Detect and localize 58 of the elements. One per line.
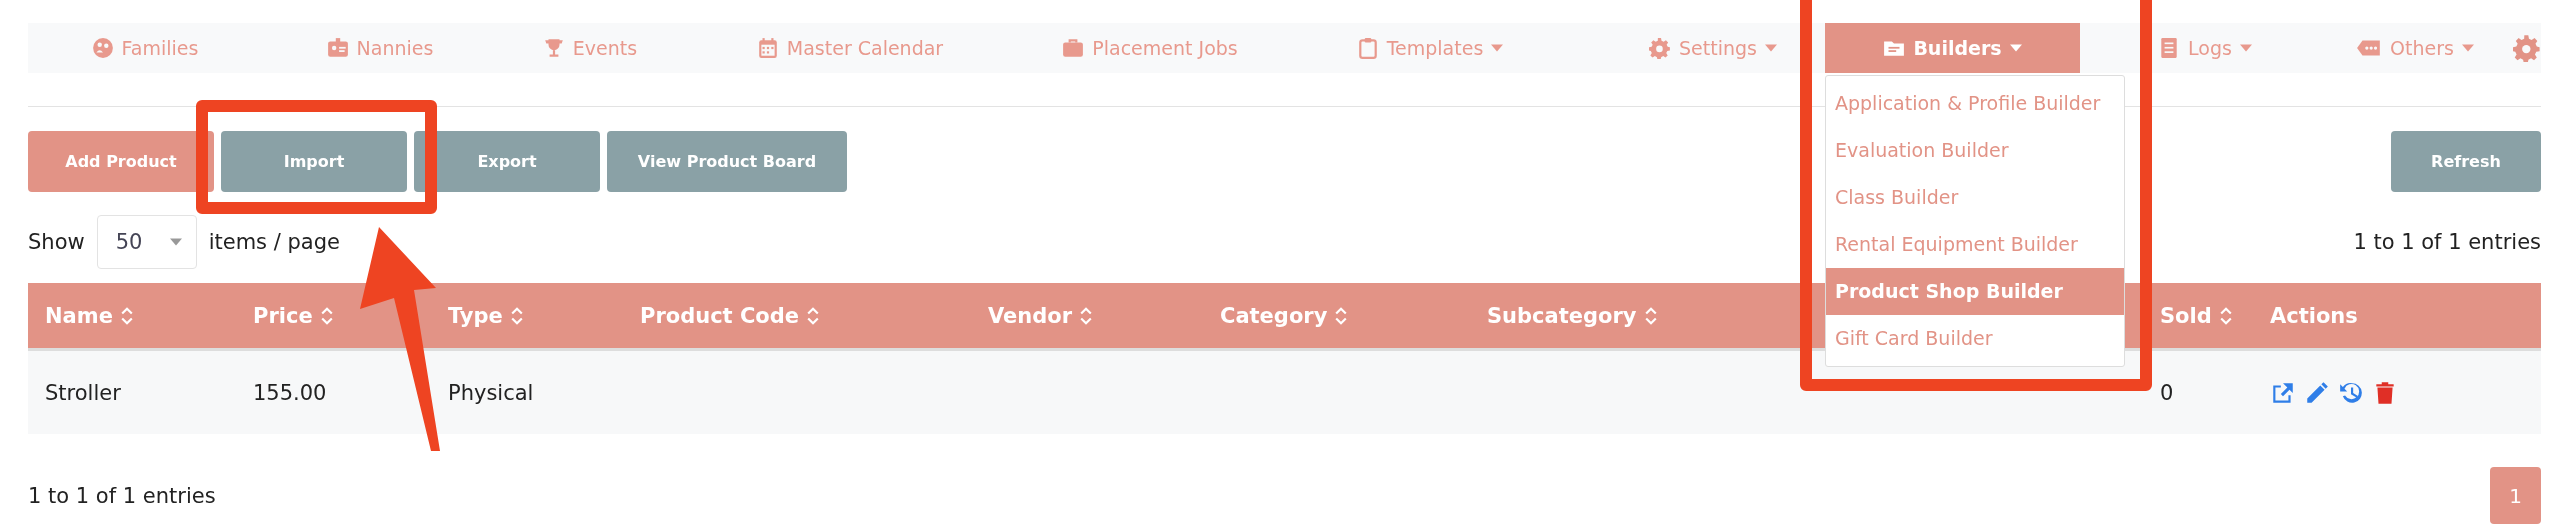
caret-icon xyxy=(169,238,182,246)
tag-icon xyxy=(2356,37,2383,59)
nav-tab[interactable]: Settings xyxy=(1601,23,1825,73)
table-cell: 155.00 xyxy=(253,380,327,405)
briefcase-icon xyxy=(1062,37,1085,59)
sort-icon[interactable] xyxy=(120,305,133,326)
column-header[interactable]: Subcategory xyxy=(1487,303,1637,328)
menu-item[interactable]: Gift Card Builder xyxy=(1826,315,2124,362)
show-label: Show xyxy=(28,230,85,254)
sort-icon[interactable] xyxy=(1335,305,1348,326)
sort-icon[interactable] xyxy=(2219,305,2232,326)
nav-tab[interactable]: Others xyxy=(2330,23,2500,73)
pencil-icon[interactable] xyxy=(2304,379,2330,406)
nav-tab[interactable]: Templates xyxy=(1282,23,1578,73)
people-icon xyxy=(91,37,114,59)
table-cell: Physical xyxy=(448,380,534,405)
page-size-select[interactable]: 50 xyxy=(96,215,197,269)
action-button[interactable]: Refresh xyxy=(2391,131,2541,192)
settings-icon xyxy=(1649,37,1672,59)
action-button[interactable]: Add Product xyxy=(28,131,214,192)
sort-icon[interactable] xyxy=(1644,305,1657,326)
column-header[interactable]: Type xyxy=(448,303,503,328)
clipboard-icon xyxy=(1356,37,1379,59)
sort-icon[interactable] xyxy=(510,305,523,326)
entries-summary: 1 to 1 of 1 entries xyxy=(2353,230,2541,254)
nav-tab[interactable]: Logs xyxy=(2080,23,2330,73)
action-button[interactable]: Export xyxy=(414,131,600,192)
column-header[interactable]: Price xyxy=(253,303,313,328)
sort-icon[interactable] xyxy=(807,305,820,326)
trophy-icon xyxy=(542,37,565,59)
entries-summary: 1 to 1 of 1 entries xyxy=(28,483,216,508)
nav-tab[interactable]: Nannies xyxy=(262,23,498,73)
column-header[interactable]: Product Code xyxy=(640,303,800,328)
menu-item[interactable]: Application & Profile Builder xyxy=(1826,80,2124,127)
sort-icon[interactable] xyxy=(320,305,333,326)
menu-item[interactable]: Evaluation Builder xyxy=(1826,127,2124,174)
nav-tab[interactable]: Placement Jobs xyxy=(1018,23,1282,73)
column-header[interactable]: Actions xyxy=(2270,303,2358,328)
items-per-page-label: items / page xyxy=(208,230,340,254)
nav-tab[interactable]: Master Calendar xyxy=(682,23,1018,73)
action-button[interactable]: View Product Board xyxy=(607,131,847,192)
nav-tab[interactable]: Families xyxy=(28,23,262,73)
id-badge-icon xyxy=(326,37,349,59)
sort-icon[interactable] xyxy=(1080,305,1093,326)
calendar-icon xyxy=(756,37,779,59)
column-header[interactable]: Name xyxy=(45,303,113,328)
menu-item[interactable]: Class Builder xyxy=(1826,174,2124,221)
table-cell: 0 xyxy=(2160,380,2174,405)
action-button[interactable]: Import xyxy=(221,131,407,192)
column-header[interactable]: Sold xyxy=(2160,303,2212,328)
column-header[interactable]: Category xyxy=(1220,303,1328,328)
menu-item[interactable]: Rental Equipment Builder xyxy=(1826,221,2124,268)
menu-item[interactable]: Product Shop Builder xyxy=(1826,268,2124,315)
table-cell: Stroller xyxy=(45,380,121,405)
column-header[interactable]: Vendor xyxy=(988,303,1073,328)
settings-icon[interactable] xyxy=(2513,34,2541,62)
nav-tab[interactable]: Events xyxy=(498,23,682,73)
page-button[interactable]: 1 xyxy=(2490,467,2541,524)
